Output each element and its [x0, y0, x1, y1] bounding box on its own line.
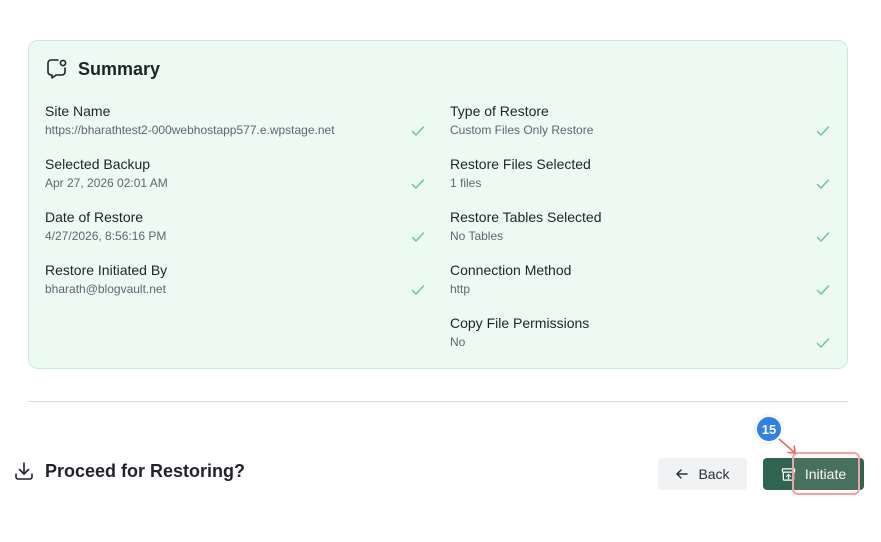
summary-item-restore-files-selected: Restore Files Selected 1 files	[450, 156, 830, 209]
item-label: Restore Files Selected	[450, 156, 591, 172]
check-icon	[411, 232, 425, 242]
item-label: Copy File Permissions	[450, 315, 590, 331]
item-value: Custom Files Only Restore	[450, 123, 594, 137]
click-target-highlight	[792, 452, 860, 495]
check-icon	[816, 126, 830, 136]
summary-item-copy-file-permissions: Copy File Permissions No	[450, 315, 830, 368]
section-divider	[28, 401, 848, 402]
check-icon	[411, 285, 425, 295]
step-arrow	[778, 438, 796, 454]
item-label: Restore Initiated By	[45, 262, 168, 278]
summary-left-column: Site Name https://bharathtest2-000webhos…	[45, 103, 425, 315]
summary-right-column: Type of Restore Custom Files Only Restor…	[450, 103, 830, 368]
item-label: Date of Restore	[45, 209, 144, 225]
summary-item-restore-initiated-by: Restore Initiated By bharath@blogvault.n…	[45, 262, 425, 315]
item-value: bharath@blogvault.net	[45, 282, 166, 296]
summary-item-selected-backup: Selected Backup Apr 27, 2026 02:01 AM	[45, 156, 425, 209]
item-value: https://bharathtest2-000webhostapp577.e.…	[45, 123, 335, 137]
summary-item-restore-tables-selected: Restore Tables Selected No Tables	[450, 209, 830, 262]
check-icon	[816, 179, 830, 189]
summary-header: Summary	[45, 57, 160, 81]
summary-item-site-name: Site Name https://bharathtest2-000webhos…	[45, 103, 425, 156]
item-value: Apr 27, 2026 02:01 AM	[45, 176, 168, 190]
item-value: 4/27/2026, 8:56:16 PM	[45, 229, 167, 243]
summary-item-date-of-restore: Date of Restore 4/27/2026, 8:56:16 PM	[45, 209, 425, 262]
item-label: Type of Restore	[450, 103, 549, 119]
check-icon	[411, 126, 425, 136]
check-icon	[816, 338, 830, 348]
item-value: No	[450, 335, 466, 349]
item-label: Restore Tables Selected	[450, 209, 602, 225]
item-label: Site Name	[45, 103, 111, 119]
summary-item-connection-method: Connection Method http	[450, 262, 830, 315]
item-value: No Tables	[450, 229, 504, 243]
message-edit-icon	[45, 57, 69, 81]
item-value: http	[450, 282, 471, 296]
summary-card: Summary Site Name https://bharathtest2-0…	[28, 40, 848, 369]
check-icon	[411, 179, 425, 189]
check-icon	[816, 285, 830, 295]
proceed-heading: Proceed for Restoring?	[13, 460, 245, 482]
download-icon	[13, 460, 35, 482]
step-number-badge: 15	[755, 415, 783, 443]
arrow-left-icon	[676, 469, 689, 479]
item-label: Connection Method	[450, 262, 572, 278]
proceed-title: Proceed for Restoring?	[45, 460, 246, 481]
summary-title: Summary	[78, 58, 161, 79]
item-value: 1 files	[450, 176, 482, 190]
back-button[interactable]: Back	[658, 458, 747, 490]
summary-item-type-of-restore: Type of Restore Custom Files Only Restor…	[450, 103, 830, 156]
check-icon	[816, 232, 830, 242]
item-label: Selected Backup	[45, 156, 151, 172]
back-button-label: Back	[698, 466, 730, 482]
